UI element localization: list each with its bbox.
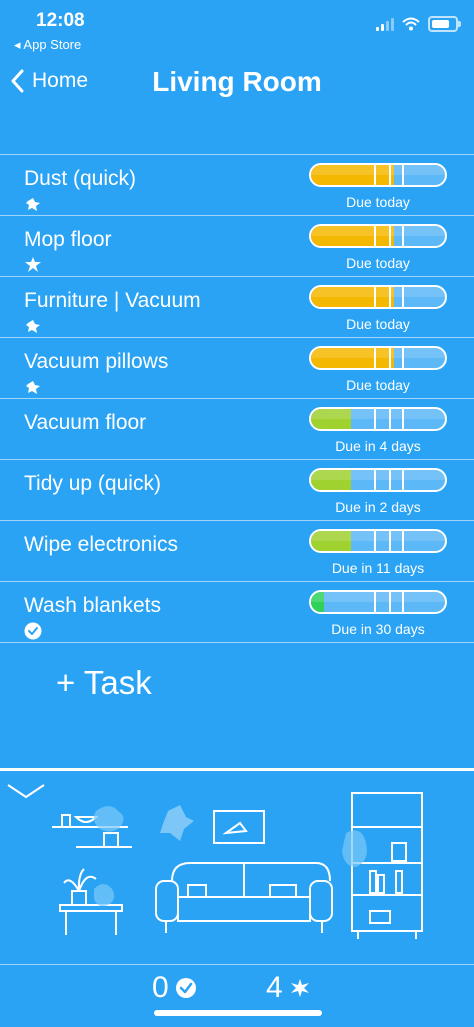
room-illustration bbox=[7, 784, 423, 939]
progress-meter bbox=[309, 529, 447, 553]
completed-count-value: 0 bbox=[152, 971, 169, 1004]
wifi-icon bbox=[402, 17, 420, 31]
due-label: Due today bbox=[346, 255, 410, 271]
due-label: Due in 11 days bbox=[331, 560, 425, 576]
progress-meter bbox=[309, 407, 447, 431]
task-name: Furniture | Vacuum bbox=[24, 289, 201, 312]
task-name: Wipe electronics bbox=[24, 533, 179, 556]
spark-icon bbox=[290, 979, 309, 997]
task-name: Wash blankets bbox=[24, 594, 161, 617]
task-row[interactable]: Mop floor Due today bbox=[0, 216, 474, 277]
task-row[interactable]: Wipe electronics Due in 11 days bbox=[0, 521, 474, 582]
battery-icon bbox=[428, 16, 461, 32]
progress-meter bbox=[309, 590, 447, 614]
spark-icon bbox=[24, 317, 42, 335]
progress-meter bbox=[309, 346, 447, 370]
star-icon bbox=[24, 256, 42, 274]
due-label: Due today bbox=[346, 316, 410, 332]
nav-bar: Home Living Room bbox=[0, 56, 474, 112]
dirty-count[interactable]: 4 bbox=[266, 971, 311, 1005]
status-icons bbox=[376, 16, 461, 32]
task-name: Dust (quick) bbox=[24, 167, 137, 190]
task-row[interactable]: Vacuum floor Due in 4 days bbox=[0, 399, 474, 460]
task-row[interactable]: Furniture | Vacuum Due today bbox=[0, 277, 474, 338]
task-row[interactable]: Wash blankets Due in 30 days bbox=[0, 582, 474, 643]
task-list: Dust (quick) Due today Mop floor Due today F… bbox=[0, 154, 474, 643]
task-name: Tidy up (quick) bbox=[24, 472, 161, 495]
progress-meter bbox=[309, 163, 447, 187]
task-row[interactable]: Dust (quick) Due today bbox=[0, 155, 474, 216]
dirty-count-value: 4 bbox=[266, 971, 283, 1004]
footer: 0 4 bbox=[0, 964, 474, 1027]
collapse-chevron-icon[interactable] bbox=[7, 784, 45, 799]
due-label: Due in 2 days bbox=[335, 499, 421, 515]
add-task-button[interactable]: + Task bbox=[56, 664, 152, 702]
dust-blob bbox=[342, 830, 367, 867]
home-indicator[interactable] bbox=[154, 1010, 322, 1016]
task-name: Mop floor bbox=[24, 228, 112, 251]
back-to-app-store[interactable]: ◂ App Store bbox=[14, 37, 81, 53]
progress-meter bbox=[309, 468, 447, 492]
due-label: Due in 30 days bbox=[331, 621, 425, 637]
room-panel bbox=[0, 768, 474, 967]
task-name: Vacuum pillows bbox=[24, 350, 169, 373]
due-label: Due in 4 days bbox=[335, 438, 421, 454]
due-label: Due today bbox=[346, 377, 410, 393]
task-row[interactable]: Tidy up (quick) Due in 2 days bbox=[0, 460, 474, 521]
completed-count[interactable]: 0 bbox=[152, 971, 197, 1005]
picture-frame bbox=[213, 810, 265, 844]
side-table-with-plant bbox=[59, 868, 123, 935]
page-title: Living Room bbox=[152, 66, 322, 97]
spark-icon bbox=[24, 195, 42, 213]
check-circle-icon bbox=[175, 978, 196, 998]
check-circle-icon bbox=[24, 622, 42, 640]
dust-blob bbox=[160, 805, 194, 841]
spark-icon bbox=[24, 378, 42, 396]
dust-blob bbox=[94, 884, 115, 907]
progress-meter bbox=[309, 285, 447, 309]
sofa bbox=[155, 862, 333, 933]
task-name: Vacuum floor bbox=[24, 411, 147, 434]
due-label: Due today bbox=[346, 194, 410, 210]
task-row[interactable]: Vacuum pillows Due today bbox=[0, 338, 474, 399]
bookshelf bbox=[351, 792, 423, 939]
status-bar: 12:08 ◂ App Store bbox=[0, 0, 474, 56]
signal-icon bbox=[376, 17, 394, 31]
status-time: 12:08 bbox=[36, 10, 85, 31]
progress-meter bbox=[309, 224, 447, 248]
